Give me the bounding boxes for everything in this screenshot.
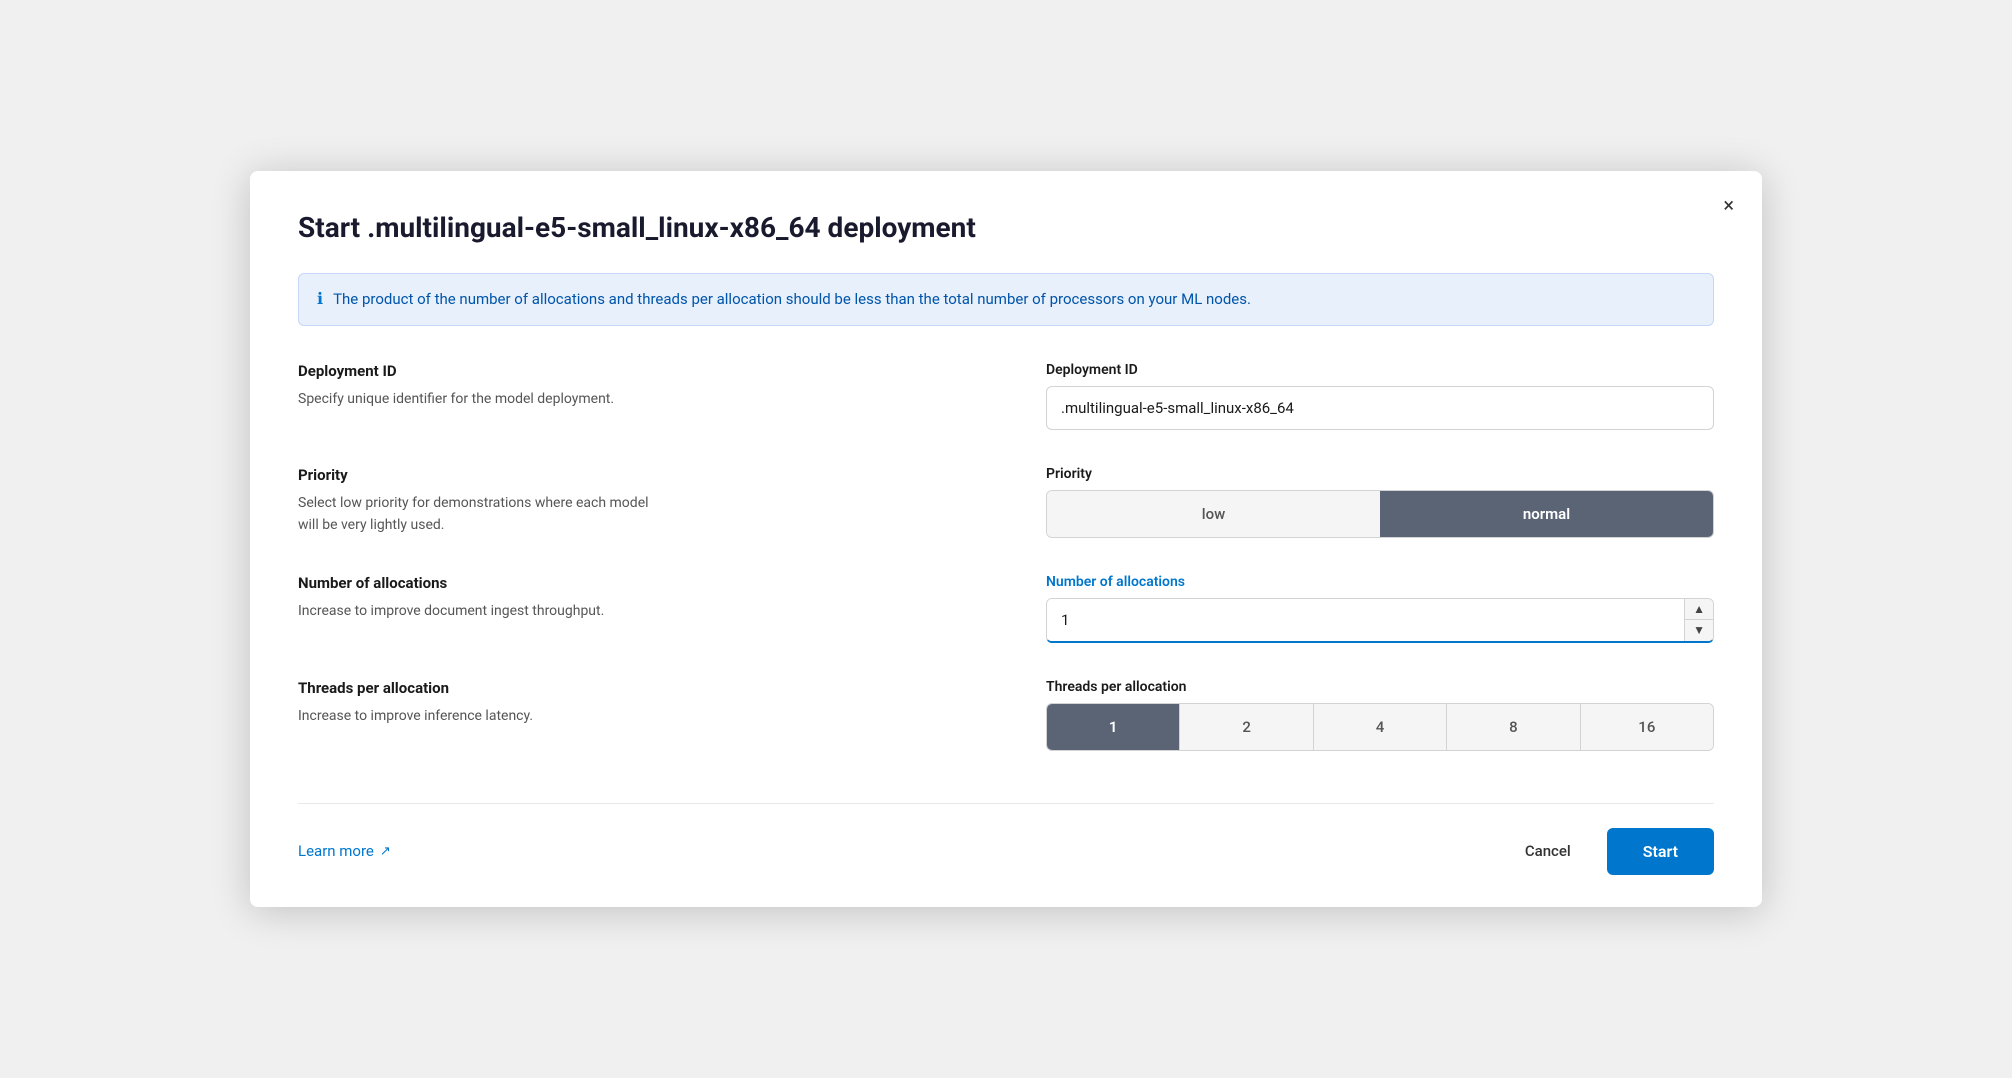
priority-right: Priority low normal <box>1006 466 1714 574</box>
thread-btn-16[interactable]: 16 <box>1580 704 1713 750</box>
cancel-button[interactable]: Cancel <box>1505 830 1591 872</box>
info-banner-text: The product of the number of allocations… <box>333 288 1251 311</box>
allocations-input-wrapper: ▲ ▼ <box>1046 598 1714 643</box>
priority-low-button[interactable]: low <box>1047 491 1380 537</box>
allocations-input[interactable] <box>1047 599 1684 641</box>
close-button[interactable]: × <box>1719 191 1738 219</box>
allocations-increment-button[interactable]: ▲ <box>1685 599 1713 621</box>
deployment-id-label-left: Deployment ID <box>298 362 966 380</box>
priority-label-right: Priority <box>1046 466 1714 482</box>
allocations-label-right: Number of allocations <box>1046 574 1714 590</box>
info-banner: ℹ The product of the number of allocatio… <box>298 273 1714 326</box>
threads-desc: Increase to improve inference latency. <box>298 708 533 724</box>
priority-normal-button[interactable]: normal <box>1380 491 1713 537</box>
learn-more-label: Learn more <box>298 842 374 860</box>
deployment-id-desc: Specify unique identifier for the model … <box>298 391 614 407</box>
modal-footer: Learn more ↗ Cancel Start <box>298 803 1714 875</box>
threads-right: Threads per allocation 1 2 4 8 16 <box>1006 679 1714 787</box>
threads-left: Threads per allocation Increase to impro… <box>298 679 1006 787</box>
threads-toggle: 1 2 4 8 16 <box>1046 703 1714 751</box>
allocations-stepper: ▲ ▼ <box>1684 599 1713 641</box>
thread-btn-1[interactable]: 1 <box>1047 704 1179 750</box>
priority-toggle: low normal <box>1046 490 1714 538</box>
priority-desc: Select low priority for demonstrations w… <box>298 495 649 533</box>
modal-container: × Start .multilingual-e5-small_linux-x86… <box>250 171 1762 906</box>
thread-btn-2[interactable]: 2 <box>1179 704 1312 750</box>
priority-desc-line1: Select low priority for demonstrations w… <box>298 495 649 511</box>
priority-left: Priority Select low priority for demonst… <box>298 466 1006 574</box>
thread-btn-8[interactable]: 8 <box>1446 704 1579 750</box>
priority-desc-line2: will be very lightly used. <box>298 517 444 533</box>
deployment-id-label-right: Deployment ID <box>1046 362 1714 378</box>
info-icon: ℹ <box>317 289 323 308</box>
allocations-desc: Increase to improve document ingest thro… <box>298 603 604 619</box>
thread-btn-4[interactable]: 4 <box>1313 704 1446 750</box>
deployment-id-input[interactable] <box>1046 386 1714 430</box>
threads-label-right: Threads per allocation <box>1046 679 1714 695</box>
allocations-left: Number of allocations Increase to improv… <box>298 574 1006 679</box>
deployment-id-left: Deployment ID Specify unique identifier … <box>298 362 1006 466</box>
learn-more-link[interactable]: Learn more ↗ <box>298 842 391 860</box>
priority-label-left: Priority <box>298 466 966 484</box>
modal-title: Start .multilingual-e5-small_linux-x86_6… <box>298 211 1714 245</box>
allocations-decrement-button[interactable]: ▼ <box>1685 620 1713 641</box>
deployment-id-right: Deployment ID <box>1006 362 1714 466</box>
allocations-label-left: Number of allocations <box>298 574 966 592</box>
start-button[interactable]: Start <box>1607 828 1714 875</box>
form-grid: Deployment ID Specify unique identifier … <box>298 362 1714 787</box>
footer-actions: Cancel Start <box>1505 828 1714 875</box>
threads-label-left: Threads per allocation <box>298 679 966 697</box>
external-link-icon: ↗ <box>380 844 391 859</box>
allocations-right: Number of allocations ▲ ▼ <box>1006 574 1714 679</box>
